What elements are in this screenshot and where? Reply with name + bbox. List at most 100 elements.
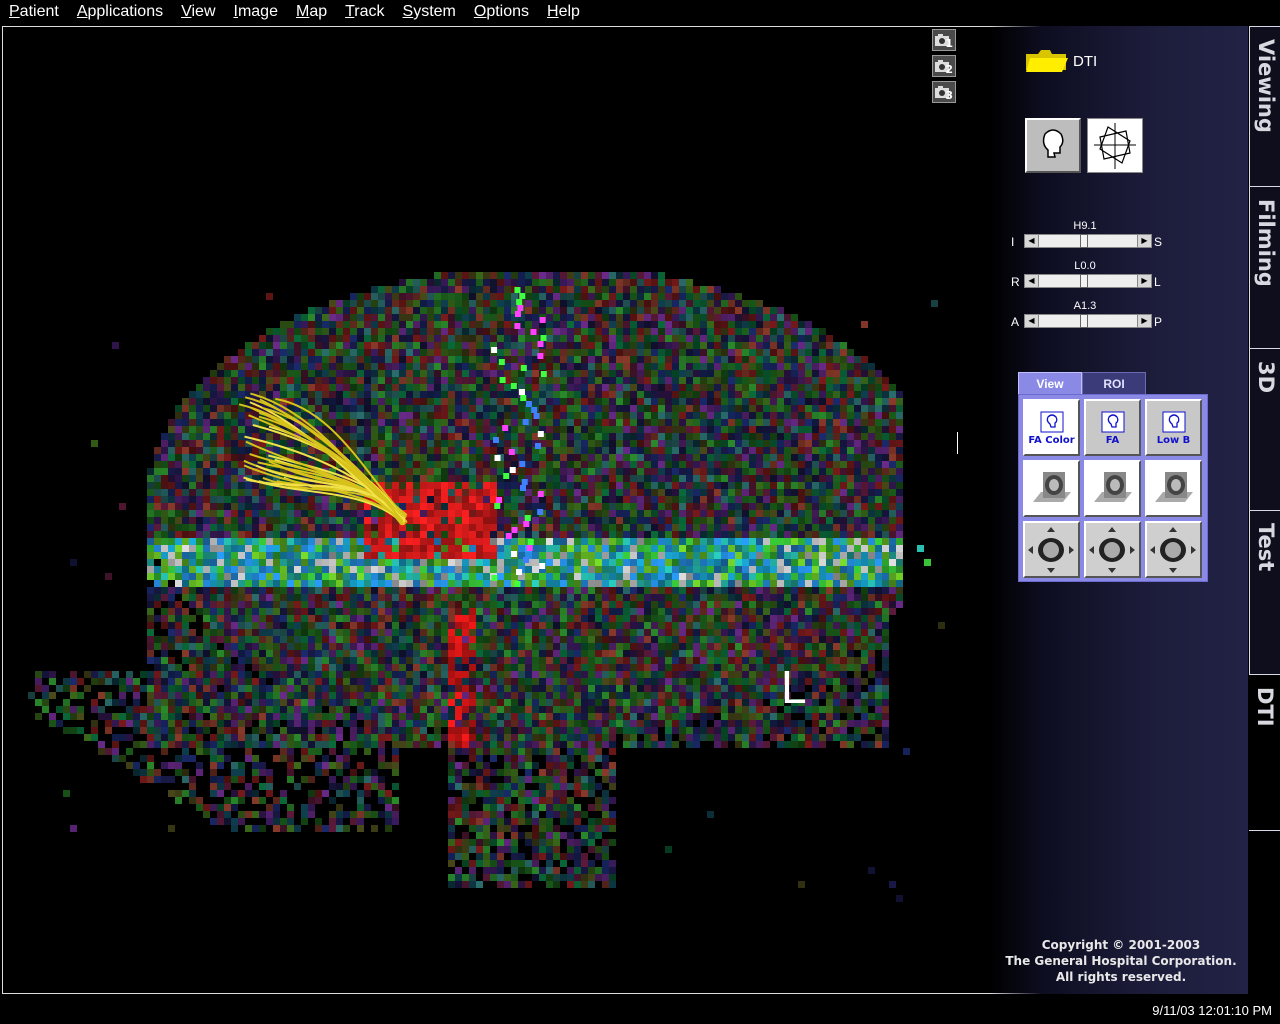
side-tab-spacer bbox=[1249, 830, 1280, 994]
head-icon bbox=[1042, 129, 1064, 158]
copyright-line-2: The General Hospital Corporation. bbox=[1005, 954, 1237, 968]
view-cell-low-b[interactable]: Low B bbox=[1145, 399, 1202, 456]
tab-roi[interactable]: ROI bbox=[1082, 372, 1146, 396]
sagittal-move-icon bbox=[1028, 527, 1074, 573]
head-view-button[interactable] bbox=[1025, 118, 1081, 173]
view-cell-sagittal-slice[interactable] bbox=[1023, 460, 1080, 517]
menu-mnemonic: T bbox=[345, 3, 355, 20]
side-tab-label: Test bbox=[1254, 523, 1278, 572]
menu-mnemonic: M bbox=[295, 3, 310, 20]
menu-label-rest: rack bbox=[354, 3, 385, 20]
camera-snapshot-button-1[interactable]: 1 bbox=[932, 29, 956, 51]
menu-system[interactable]: System bbox=[394, 0, 465, 24]
slider-min-label: R bbox=[1011, 275, 1020, 289]
sagittal-slice-icon bbox=[1033, 472, 1071, 502]
slider-thumb[interactable] bbox=[1080, 274, 1089, 288]
menu-label-rest: ap bbox=[309, 3, 328, 20]
orientation-label: L bbox=[781, 661, 807, 713]
menu-label-rest: ptions bbox=[486, 3, 530, 20]
slice-slider-3: A1.3 A ◀ ▶ P bbox=[1010, 300, 1163, 332]
coronal-move-icon bbox=[1089, 527, 1135, 573]
slider-max-label: P bbox=[1154, 315, 1163, 329]
view-cell-coronal-move[interactable] bbox=[1084, 521, 1141, 578]
slider-min-label: I bbox=[1011, 235, 1015, 249]
menu-help[interactable]: Help bbox=[538, 0, 589, 24]
view-cell-label: FA bbox=[1105, 435, 1120, 446]
tab-view[interactable]: View bbox=[1018, 372, 1082, 396]
head-icon bbox=[1040, 411, 1064, 433]
menu-label-rest: mage bbox=[237, 3, 278, 20]
view-cell-coronal-slice[interactable] bbox=[1084, 460, 1141, 517]
copyright-line-3: All rights reserved. bbox=[1055, 970, 1187, 984]
reslice-button[interactable] bbox=[1087, 118, 1143, 173]
slider-track[interactable]: ◀ ▶ bbox=[1024, 234, 1152, 248]
folder-icon[interactable] bbox=[1024, 48, 1068, 74]
menu-view[interactable]: View bbox=[172, 0, 224, 24]
slider-thumb[interactable] bbox=[1080, 314, 1089, 328]
slider-track[interactable]: ◀ ▶ bbox=[1024, 274, 1152, 288]
menu-mnemonic: H bbox=[547, 3, 559, 20]
voxel-volume bbox=[28, 272, 945, 902]
side-tab-label: 3D bbox=[1254, 361, 1278, 394]
copyright-line-1: Copyright © 2001-2003 bbox=[1041, 938, 1201, 952]
camera-number: 2 bbox=[945, 63, 953, 76]
menu-label-rest: ystem bbox=[413, 3, 456, 20]
menu-label-rest: pplications bbox=[87, 3, 164, 20]
view-cell-fa-color[interactable]: FA Color bbox=[1023, 399, 1080, 456]
side-tab-filming[interactable]: Filming bbox=[1249, 186, 1280, 348]
menu-mnemonic: P bbox=[9, 3, 20, 20]
menu-mnemonic: V bbox=[181, 3, 192, 20]
arrow-right-icon[interactable]: ▶ bbox=[1137, 235, 1151, 247]
slider-min-label: A bbox=[1011, 315, 1020, 329]
menu-mnemonic: A bbox=[76, 3, 88, 20]
side-tab-3d[interactable]: 3D bbox=[1249, 348, 1280, 510]
menu-applications[interactable]: Applications bbox=[68, 0, 172, 24]
slider-value: L0.0 bbox=[1074, 260, 1096, 272]
slider-thumb[interactable] bbox=[1080, 234, 1089, 248]
head-icon bbox=[1101, 411, 1125, 433]
menu-mnemonic: O bbox=[473, 3, 487, 20]
view-cell-label: Low B bbox=[1156, 435, 1191, 446]
coronal-slice-icon bbox=[1094, 472, 1132, 502]
axial-slice-icon bbox=[1155, 472, 1193, 502]
menu-mnemonic: S bbox=[402, 3, 414, 20]
series-label: DTI bbox=[1073, 53, 1098, 70]
view-cell-axial-slice[interactable] bbox=[1145, 460, 1202, 517]
timestamp: 9/11/03 12:01:10 PM bbox=[1152, 1003, 1272, 1018]
menu-track[interactable]: Track bbox=[336, 0, 393, 24]
arrow-left-icon[interactable]: ◀ bbox=[1025, 235, 1039, 247]
camera-snapshot-button-2[interactable]: 2 bbox=[932, 55, 956, 77]
menu-map[interactable]: Map bbox=[287, 0, 336, 24]
slider-value: H9.1 bbox=[1073, 220, 1097, 232]
view-roi-panel: View ROI FA Color FA Low B bbox=[1018, 372, 1210, 584]
side-tab-label: DTI bbox=[1253, 687, 1277, 727]
menu-patient[interactable]: Patient bbox=[0, 0, 68, 24]
slider-value: A1.3 bbox=[1073, 300, 1097, 312]
menu-label-rest: elp bbox=[558, 3, 580, 20]
view-cell-fa[interactable]: FA bbox=[1084, 399, 1141, 456]
camera-number: 3 bbox=[945, 89, 953, 102]
view-cell-label: FA Color bbox=[1028, 435, 1075, 446]
view-cell-axial-move[interactable] bbox=[1145, 521, 1202, 578]
menu-label-rest: iew bbox=[191, 3, 216, 20]
reslice-icon bbox=[1094, 123, 1136, 169]
arrow-left-icon[interactable]: ◀ bbox=[1025, 275, 1039, 287]
side-tab-viewing[interactable]: Viewing bbox=[1249, 26, 1280, 186]
axial-move-icon bbox=[1150, 527, 1196, 573]
side-tab-dti[interactable]: DTI bbox=[1249, 674, 1280, 830]
side-tab-label: Filming bbox=[1254, 199, 1278, 287]
arrow-left-icon[interactable]: ◀ bbox=[1025, 315, 1039, 327]
arrow-right-icon[interactable]: ▶ bbox=[1137, 275, 1151, 287]
view-cell-sagittal-move[interactable] bbox=[1023, 521, 1080, 578]
arrow-right-icon[interactable]: ▶ bbox=[1137, 315, 1151, 327]
camera-snapshot-button-3[interactable]: 3 bbox=[932, 81, 956, 103]
menu-bar: Patient Applications View Image Map Track Syst… bbox=[0, 0, 1280, 24]
slider-track[interactable]: ◀ ▶ bbox=[1024, 314, 1152, 328]
menu-options[interactable]: Options bbox=[465, 0, 538, 24]
side-tab-label: Viewing bbox=[1254, 39, 1278, 133]
copyright-notice: Copyright © 2001-2003 The General Hospit… bbox=[1000, 937, 1242, 985]
camera-number: 1 bbox=[945, 37, 953, 50]
side-tab-test[interactable]: Test bbox=[1249, 510, 1280, 674]
head-icon bbox=[1162, 411, 1186, 433]
menu-image[interactable]: Image bbox=[225, 0, 287, 24]
